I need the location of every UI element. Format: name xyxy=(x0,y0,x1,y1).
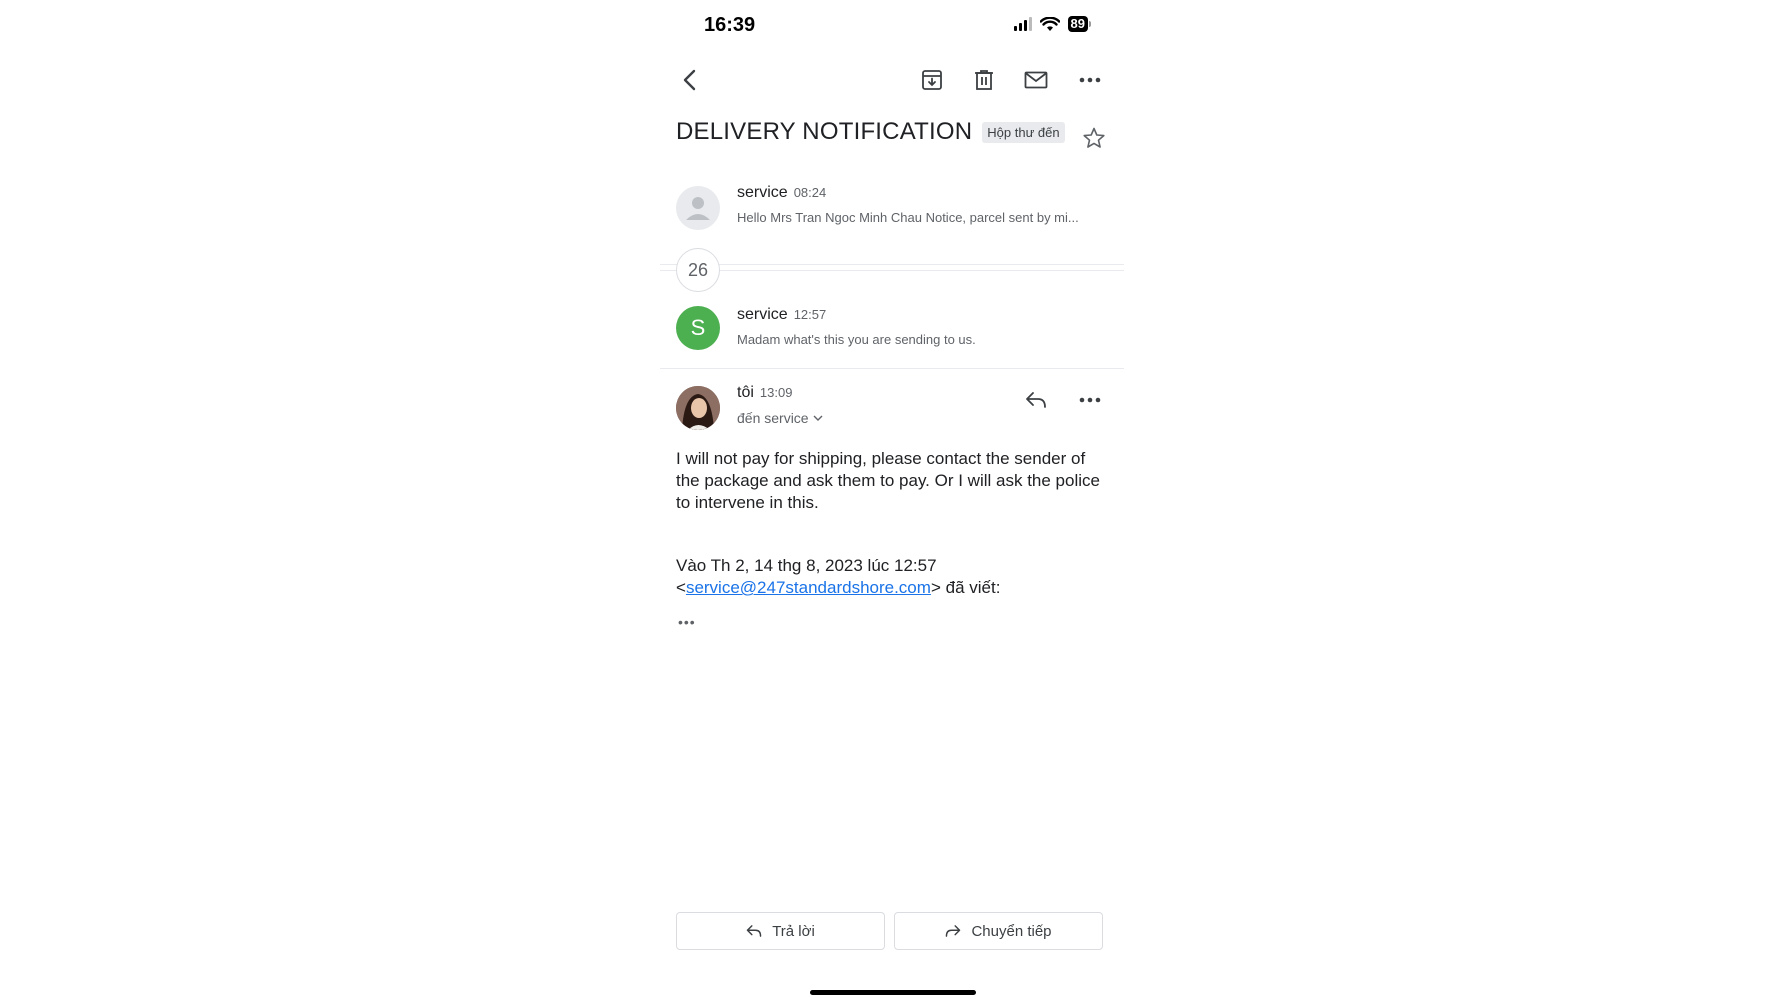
sender-name: tôi xyxy=(737,384,754,401)
message-expanded-header: tôi 13:09 đến service xyxy=(676,384,1108,444)
more-horizontal-icon xyxy=(1079,77,1101,83)
more-options-button[interactable] xyxy=(1074,64,1106,96)
email-thread-view: 16:39 89 DELIVERY NOTIFICATION Hộp thư đ… xyxy=(660,0,1124,1000)
message-header: tôi 13:09 xyxy=(737,384,792,402)
reply-icon xyxy=(1026,392,1046,408)
home-indicator xyxy=(810,990,976,995)
email-subject: DELIVERY NOTIFICATION xyxy=(676,118,973,145)
avatar-photo xyxy=(676,386,720,430)
person-icon xyxy=(686,197,710,220)
collapsed-divider-bottom xyxy=(660,270,1124,271)
message-header: service 08:24 xyxy=(737,184,826,202)
forward-icon xyxy=(946,925,961,937)
reply-button[interactable]: Trả lời xyxy=(676,912,885,950)
status-icons: 89 xyxy=(1013,16,1092,32)
message-snippet: Hello Mrs Tran Ngoc Minh Chau Notice, pa… xyxy=(737,210,1079,225)
show-quoted-text-button[interactable]: ••• xyxy=(678,614,696,630)
message-time: 12:57 xyxy=(793,307,827,322)
quote-open-bracket: < xyxy=(676,578,686,597)
wifi-icon xyxy=(1039,16,1060,31)
avatar-letter: S xyxy=(676,306,720,350)
mark-unread-button[interactable] xyxy=(1020,64,1052,96)
recipient-details-toggle[interactable]: đến service xyxy=(737,410,823,426)
reply-button-label: Trả lời xyxy=(772,922,815,940)
inbox-label-chip[interactable]: Hộp thư đến xyxy=(982,121,1065,143)
message-collapsed-2[interactable]: S service 12:57 Madam what's this you are… xyxy=(676,306,1108,356)
archive-button[interactable] xyxy=(916,64,948,96)
cellular-signal-icon xyxy=(1013,17,1032,31)
back-button[interactable] xyxy=(674,64,706,96)
more-horizontal-icon xyxy=(1079,397,1101,403)
forward-button[interactable]: Chuyển tiếp xyxy=(894,912,1103,950)
trash-icon xyxy=(975,70,993,90)
user-photo-icon xyxy=(676,386,720,430)
archive-icon xyxy=(922,70,942,90)
delete-button[interactable] xyxy=(968,64,1000,96)
sender-name: service xyxy=(737,306,788,323)
quoted-header: Vào Th 2, 14 thg 8, 2023 lúc 12:57 <serv… xyxy=(676,555,1106,599)
forward-button-label: Chuyển tiếp xyxy=(971,922,1052,940)
collapsed-messages-count[interactable]: 26 xyxy=(676,248,720,292)
message-time: 08:24 xyxy=(793,185,827,200)
message-header: service 12:57 xyxy=(737,306,826,324)
message-snippet: Madam what's this you are sending to us. xyxy=(737,332,976,347)
message-divider xyxy=(660,368,1124,369)
message-time: 13:09 xyxy=(759,385,793,400)
quote-wrote-text: đã viết: xyxy=(945,578,1001,597)
quote-date-line: Vào Th 2, 14 thg 8, 2023 lúc 12:57 xyxy=(676,556,937,575)
status-time: 16:39 xyxy=(704,14,756,36)
collapsed-divider-top xyxy=(660,264,1124,265)
quote-email-link[interactable]: service@247standardshore.com xyxy=(686,578,931,597)
star-button[interactable] xyxy=(1082,126,1106,155)
message-more-button[interactable] xyxy=(1074,384,1106,416)
avatar-placeholder xyxy=(676,186,720,230)
star-icon xyxy=(1083,127,1105,148)
mail-icon xyxy=(1024,71,1048,89)
recipient-text: đến service xyxy=(737,410,809,426)
sender-name: service xyxy=(737,184,788,201)
message-body: I will not pay for shipping, please cont… xyxy=(676,449,1100,512)
subject-row: DELIVERY NOTIFICATION Hộp thư đến xyxy=(676,118,1096,146)
chevron-left-icon xyxy=(683,69,696,91)
message-collapsed-1[interactable]: service 08:24 Hello Mrs Tran Ngoc Minh Ch… xyxy=(676,184,1108,234)
battery-icon: 89 xyxy=(1067,16,1092,32)
reply-icon-button[interactable] xyxy=(1020,384,1052,416)
screen: 16:39 89 DELIVERY NOTIFICATION Hộp thư đ… xyxy=(0,0,1778,1000)
chevron-down-icon xyxy=(813,415,823,421)
quote-close-bracket: > xyxy=(930,578,941,597)
reply-icon xyxy=(746,925,762,937)
